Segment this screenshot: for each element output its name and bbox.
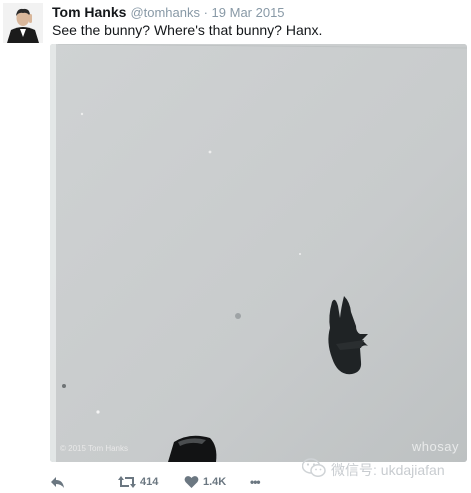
photo-watermark: whosay: [411, 439, 459, 454]
wechat-watermark: 微信号: ukdajiafan: [301, 458, 445, 481]
reply-button[interactable]: [50, 473, 66, 491]
author-name[interactable]: Tom Hanks: [52, 4, 126, 20]
like-button[interactable]: 1.4K: [184, 473, 226, 491]
like-count: 1.4K: [203, 476, 227, 488]
retweet-count: 414: [140, 476, 159, 488]
photo-credit: © 2015 Tom Hanks: [60, 444, 129, 453]
retweet-icon: [118, 475, 136, 489]
wechat-icon: [301, 458, 326, 481]
tweet-photo[interactable]: © 2015 Tom Hanks whosay: [50, 44, 467, 462]
wechat-id-text: 微信号: ukdajiafan: [331, 461, 445, 478]
tweet-text: See the bunny? Where's that bunny? Hanx.: [52, 22, 323, 38]
more-icon: •••: [250, 475, 261, 489]
heart-icon: [184, 475, 199, 489]
more-button[interactable]: •••: [250, 473, 261, 491]
reply-icon: [50, 475, 66, 489]
retweet-button[interactable]: 414: [118, 473, 158, 491]
tweet-header: Tom Hanks @tomhanks · 19 Mar 2015: [52, 4, 285, 22]
author-avatar[interactable]: [3, 3, 43, 43]
author-handle-and-date[interactable]: @tomhanks · 19 Mar 2015: [130, 5, 284, 20]
